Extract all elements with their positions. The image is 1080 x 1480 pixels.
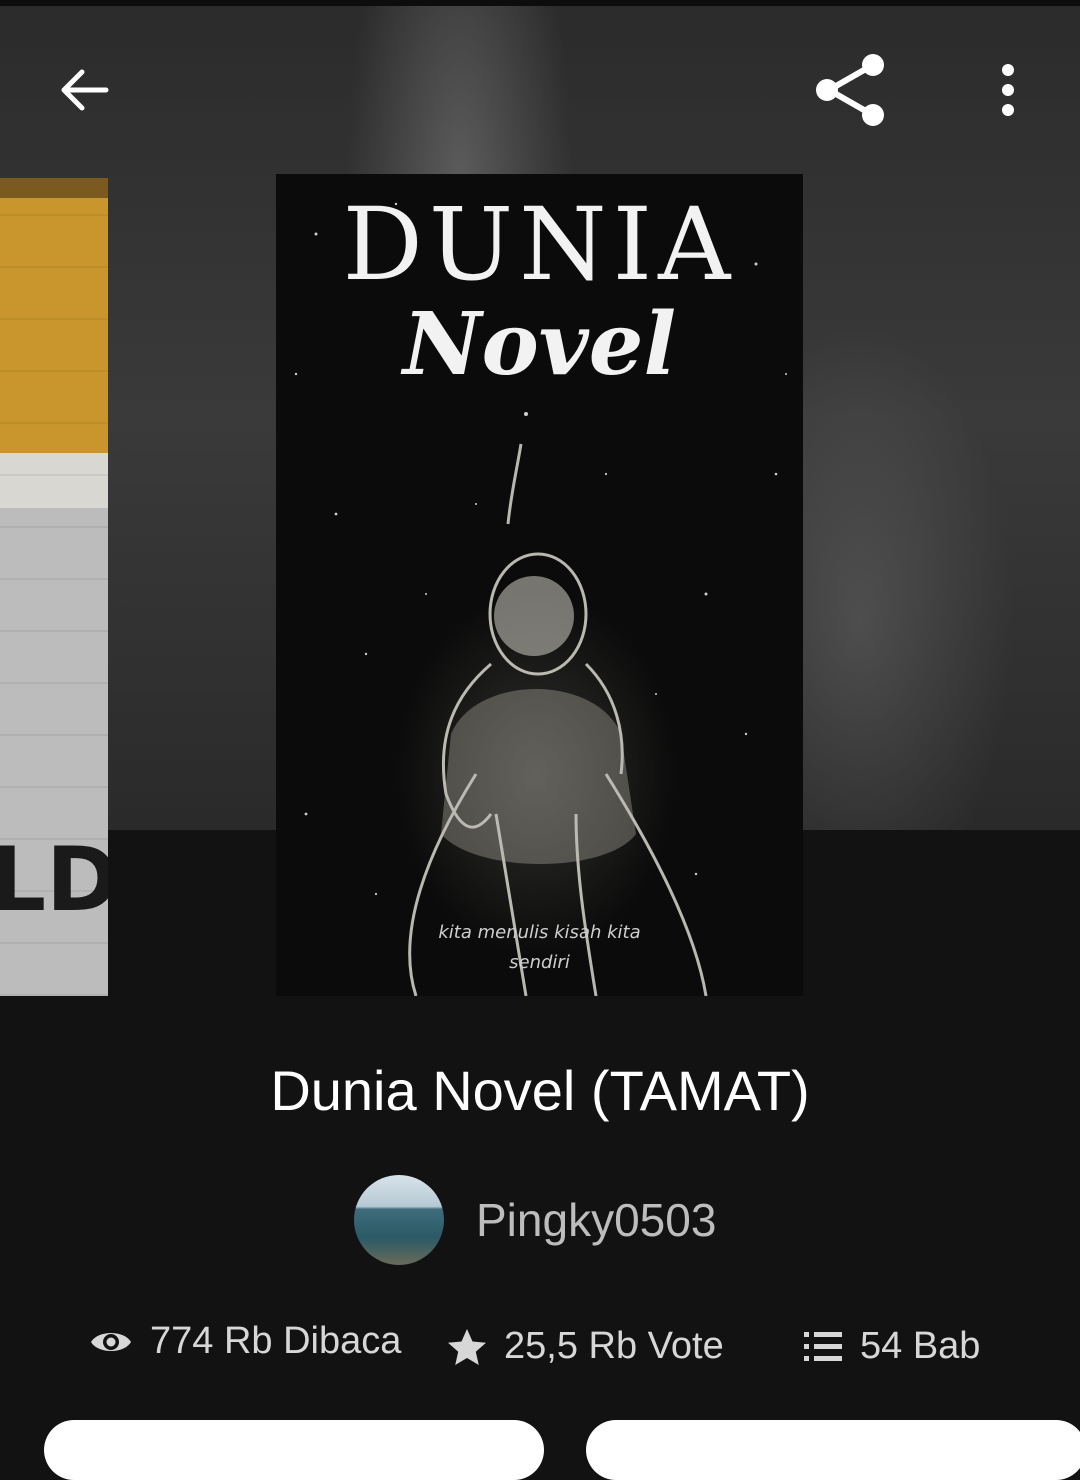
chapters-stat: 54 Bab [802,1325,980,1368]
back-button[interactable] [44,50,124,130]
votes-stat: 25,5 Rb Vote [446,1325,724,1368]
author-avatar[interactable] [354,1175,444,1265]
cover-tagline-line1: kita menulis kisah kita [438,922,641,943]
author-name[interactable]: Pingky0503 [476,1193,716,1247]
cover-border-strip [0,178,108,198]
cover-title-line1: DUNIA [342,186,737,303]
book-cover[interactable]: DUNIA Novel kita menulis kisah kita send… [276,174,803,996]
author-link[interactable]: Pingky0503 [354,1175,716,1265]
cover-title-line2: Novel [402,294,677,395]
chapters-count: 54 Bab [860,1325,981,1367]
reads-count: 774 Rb Dibaca [150,1320,402,1362]
secondary-action-button[interactable] [586,1420,1080,1480]
story-title: Dunia Novel (TAMAT) [270,1059,810,1122]
list-icon [804,1331,842,1361]
cover-tagline-line2: sendiri [509,952,570,973]
reads-stat: 774 Rb Dibaca [88,1320,401,1363]
primary-action-button[interactable] [44,1420,544,1480]
adjacent-book-cover[interactable]: LD [0,178,108,996]
more-vertical-icon [1002,64,1014,116]
eye-icon [91,1332,131,1351]
votes-count: 25,5 Rb Vote [504,1325,724,1367]
status-strip [0,0,1080,6]
share-icon [816,54,884,126]
arrow-left-icon [61,69,109,111]
star-icon [448,1328,486,1365]
share-button[interactable] [806,48,896,132]
more-options-button[interactable] [972,50,1044,130]
adjacent-cover-text: LD [0,828,108,931]
